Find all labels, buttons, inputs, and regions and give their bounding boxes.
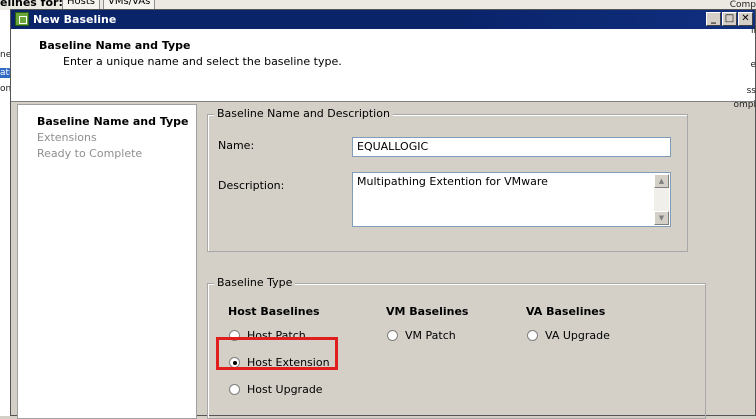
description-label: Description:	[218, 179, 284, 192]
baseline-type-legend: Baseline Type	[214, 276, 295, 289]
background-right-text: il	[751, 26, 756, 36]
wizard-header: Baseline Name and Type Enter a unique na…	[11, 29, 755, 102]
nav-step-extensions: Extensions	[37, 131, 97, 144]
wizard-header-subtitle: Enter a unique name and select the basel…	[63, 55, 342, 68]
app-icon	[15, 12, 29, 26]
radio-label: Host Upgrade	[247, 383, 323, 396]
name-description-group: Baseline Name and Description Name: EQUA…	[207, 114, 688, 252]
description-text: Multipathing Extention for VMware	[357, 175, 548, 188]
new-baseline-dialog: New Baseline _ □ ✕ Baseline Name and Typ…	[10, 9, 756, 416]
va-baselines-heading: VA Baselines	[526, 305, 605, 318]
background-right-text: Comp	[730, 0, 756, 10]
background-right-text: e	[750, 60, 756, 70]
nav-step-baseline-name-type[interactable]: Baseline Name and Type	[37, 115, 189, 128]
background-right-text: ss	[747, 86, 756, 96]
radio-button[interactable]	[527, 330, 538, 341]
description-textarea[interactable]: Multipathing Extention for VMware ▲ ▼	[352, 172, 671, 227]
dialog-titlebar[interactable]: New Baseline _ □ ✕	[11, 10, 755, 29]
host-baselines-heading: Host Baselines	[228, 305, 320, 318]
radio-label: VM Patch	[405, 329, 456, 342]
wizard-header-title: Baseline Name and Type	[39, 39, 191, 52]
name-description-legend: Baseline Name and Description	[214, 107, 393, 120]
wizard-steps-nav: Baseline Name and Type Extensions Ready …	[17, 104, 197, 419]
close-button[interactable]: ✕	[738, 12, 753, 26]
highlight-box	[216, 337, 338, 370]
maximize-button[interactable]: □	[722, 12, 737, 26]
description-scrollbar[interactable]: ▲ ▼	[654, 174, 669, 225]
nav-step-ready-to-complete: Ready to Complete	[37, 147, 142, 160]
radio-label: VA Upgrade	[545, 329, 610, 342]
name-input[interactable]: EQUALLOGIC	[352, 137, 671, 157]
vm-baselines-heading: VM Baselines	[386, 305, 468, 318]
name-label: Name:	[218, 139, 254, 152]
scroll-down-icon[interactable]: ▼	[654, 211, 669, 225]
wizard-content: Baseline Name and Description Name: EQUA…	[197, 104, 756, 417]
scroll-up-icon[interactable]: ▲	[654, 174, 669, 188]
background-label: elines for:	[0, 0, 63, 9]
dialog-title: New Baseline	[33, 13, 116, 26]
radio-button[interactable]	[229, 384, 240, 395]
radio-button[interactable]	[387, 330, 398, 341]
background-right-text: ompi	[734, 100, 756, 110]
minimize-button[interactable]: _	[706, 12, 721, 26]
